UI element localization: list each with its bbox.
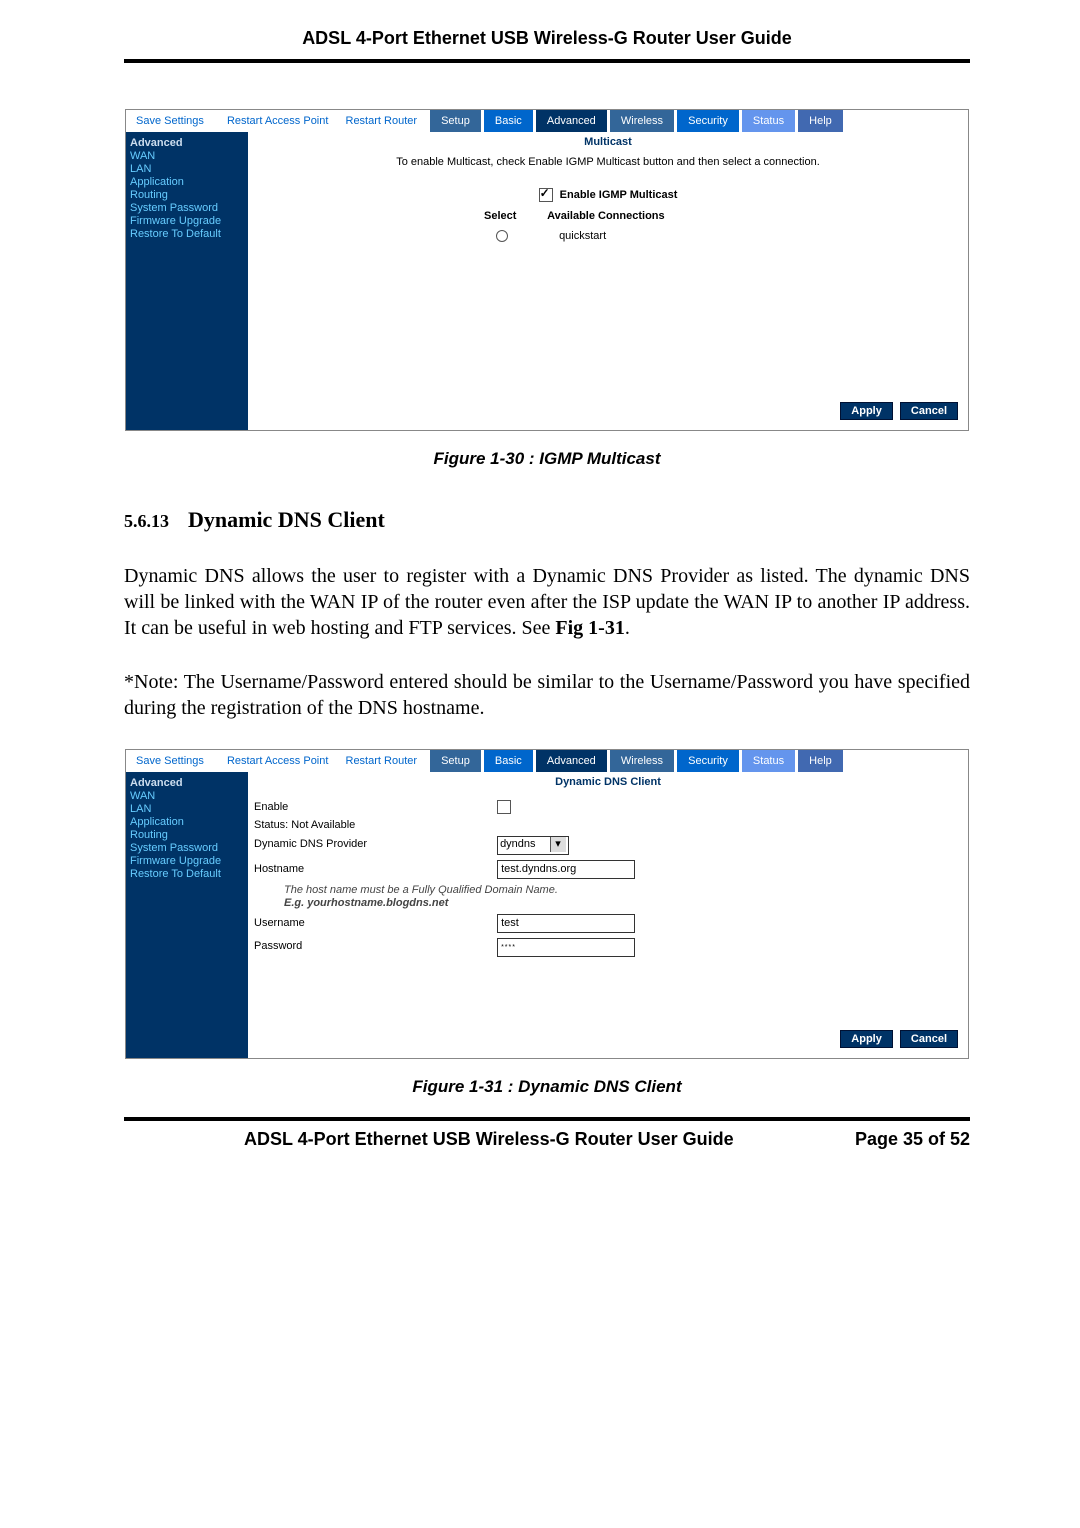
footer-right: Page 35 of 52 <box>855 1129 970 1150</box>
section-number: 5.6.13 <box>124 511 169 531</box>
bottom-divider <box>124 1117 970 1121</box>
paragraph-1-tail: . <box>625 617 630 639</box>
sidebar: Advanced WAN LAN Application Routing Sys… <box>126 772 248 1058</box>
tab-help[interactable]: Help <box>798 750 843 772</box>
sidebar-item-lan[interactable]: LAN <box>130 803 244 815</box>
label-status: Status: Not Available <box>254 819 494 831</box>
sidebar-heading: Advanced <box>130 777 244 789</box>
hint-example: E.g. yourhostname.blogdns.net <box>284 897 448 909</box>
section-title: Dynamic DNS Client <box>188 507 385 532</box>
tab-security[interactable]: Security <box>677 750 739 772</box>
checkbox-enable-ddns[interactable] <box>497 800 511 814</box>
input-password[interactable]: **** <box>497 938 635 957</box>
hint-fqdn: The host name must be a Fully Qualified … <box>284 884 962 896</box>
paragraph-1-text: Dynamic DNS allows the user to register … <box>124 565 970 639</box>
tab-wireless[interactable]: Wireless <box>610 110 674 132</box>
label-password: Password <box>254 940 494 952</box>
cancel-button[interactable]: Cancel <box>900 1030 958 1048</box>
input-username[interactable]: test <box>497 914 635 933</box>
section-heading: 5.6.13 Dynamic DNS Client <box>124 507 970 533</box>
caption-fig-1-30: Figure 1-30 : IGMP Multicast <box>124 449 970 469</box>
tab-status[interactable]: Status <box>742 110 795 132</box>
input-hostname[interactable]: test.dyndns.org <box>497 860 635 879</box>
tab-basic[interactable]: Basic <box>484 750 533 772</box>
fig-igmp-multicast: Save Settings Restart Access Point Resta… <box>125 109 969 431</box>
tab-security[interactable]: Security <box>677 110 739 132</box>
label-hostname: Hostname <box>254 863 494 875</box>
sidebar-item-routing[interactable]: Routing <box>130 189 244 201</box>
tab-advanced[interactable]: Advanced <box>536 110 607 132</box>
label-enable-igmp: Enable IGMP Multicast <box>560 189 678 201</box>
sidebar-item-wan[interactable]: WAN <box>130 150 244 162</box>
sidebar-item-lan[interactable]: LAN <box>130 163 244 175</box>
link-restart-router[interactable]: Restart Router <box>342 110 428 132</box>
pane-intro: To enable Multicast, check Enable IGMP M… <box>254 156 962 168</box>
col-available-connections: Available Connections <box>547 210 665 222</box>
chevron-down-icon: ▾ <box>550 837 566 852</box>
pane-title: Dynamic DNS Client <box>254 776 962 788</box>
tab-setup[interactable]: Setup <box>430 110 481 132</box>
fig-dynamic-dns: Save Settings Restart Access Point Resta… <box>125 749 969 1059</box>
connection-quickstart: quickstart <box>559 230 606 242</box>
radio-connection-quickstart[interactable] <box>496 230 508 242</box>
sidebar-heading: Advanced <box>130 137 244 149</box>
sidebar-item-routing[interactable]: Routing <box>130 829 244 841</box>
tab-help[interactable]: Help <box>798 110 843 132</box>
checkbox-enable-igmp[interactable] <box>539 188 553 202</box>
sidebar-item-restore-default[interactable]: Restore To Default <box>130 868 244 880</box>
sidebar-item-system-password[interactable]: System Password <box>130 202 244 214</box>
cancel-button[interactable]: Cancel <box>900 402 958 420</box>
sidebar: Advanced WAN LAN Application Routing Sys… <box>126 132 248 430</box>
label-provider: Dynamic DNS Provider <box>254 838 494 850</box>
apply-button[interactable]: Apply <box>840 402 893 420</box>
sidebar-item-firmware-upgrade[interactable]: Firmware Upgrade <box>130 855 244 867</box>
link-save-settings[interactable]: Save Settings <box>126 110 214 132</box>
link-restart-ap[interactable]: Restart Access Point <box>217 750 339 772</box>
doc-header: ADSL 4-Port Ethernet USB Wireless-G Rout… <box>124 28 970 49</box>
topbar: Save Settings Restart Access Point Resta… <box>126 110 968 132</box>
top-divider <box>124 59 970 63</box>
link-restart-ap[interactable]: Restart Access Point <box>217 110 339 132</box>
footer-left: ADSL 4-Port Ethernet USB Wireless-G Rout… <box>244 1129 734 1149</box>
label-username: Username <box>254 917 494 929</box>
topbar: Save Settings Restart Access Point Resta… <box>126 750 968 772</box>
tab-wireless[interactable]: Wireless <box>610 750 674 772</box>
paragraph-1: Dynamic DNS allows the user to register … <box>124 563 970 641</box>
tab-status[interactable]: Status <box>742 750 795 772</box>
link-save-settings[interactable]: Save Settings <box>126 750 214 772</box>
caption-fig-1-31: Figure 1-31 : Dynamic DNS Client <box>124 1077 970 1097</box>
sidebar-item-firmware-upgrade[interactable]: Firmware Upgrade <box>130 215 244 227</box>
tab-setup[interactable]: Setup <box>430 750 481 772</box>
col-select: Select <box>484 210 544 222</box>
doc-footer: ADSL 4-Port Ethernet USB Wireless-G Rout… <box>124 1129 970 1150</box>
sidebar-item-system-password[interactable]: System Password <box>130 842 244 854</box>
apply-button[interactable]: Apply <box>840 1030 893 1048</box>
tab-basic[interactable]: Basic <box>484 110 533 132</box>
sidebar-item-application[interactable]: Application <box>130 176 244 188</box>
paragraph-2: *Note: The Username/Password entered sho… <box>124 669 970 721</box>
sidebar-item-restore-default[interactable]: Restore To Default <box>130 228 244 240</box>
paragraph-1-figref: Fig 1-31 <box>555 617 624 639</box>
sidebar-item-application[interactable]: Application <box>130 816 244 828</box>
select-provider-value: dyndns <box>500 838 535 850</box>
sidebar-item-wan[interactable]: WAN <box>130 790 244 802</box>
pane-title: Multicast <box>254 136 962 148</box>
link-restart-router[interactable]: Restart Router <box>342 750 428 772</box>
tab-advanced[interactable]: Advanced <box>536 750 607 772</box>
select-provider[interactable]: dyndns ▾ <box>497 836 568 855</box>
label-enable: Enable <box>254 801 494 813</box>
